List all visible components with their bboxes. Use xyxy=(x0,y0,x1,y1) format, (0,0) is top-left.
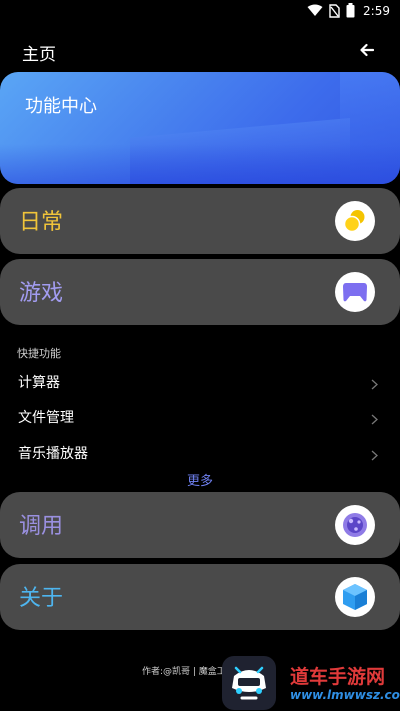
site-watermark: 道车手游网 www.lmwwsz.com xyxy=(222,656,400,710)
purple-orb-icon xyxy=(335,505,375,545)
banner-title: 功能中心 xyxy=(25,96,97,117)
blue-cube-icon xyxy=(335,577,375,617)
card-about[interactable]: 关于 xyxy=(0,564,400,630)
wifi-icon xyxy=(307,4,323,17)
quick-functions-label: 快捷功能 xyxy=(17,347,61,360)
list-item-label: 音乐播放器 xyxy=(18,446,88,462)
watermark-logo-icon xyxy=(222,656,276,710)
battery-icon xyxy=(346,3,355,18)
no-sim-icon xyxy=(329,3,340,18)
status-time: 2:59 xyxy=(363,3,390,18)
page-title: 主页 xyxy=(22,45,56,65)
list-item-file-manager[interactable]: 文件管理 xyxy=(0,401,400,431)
list-item-music-player[interactable]: 音乐播放器 xyxy=(0,437,400,467)
more-link[interactable]: 更多 xyxy=(0,470,400,489)
watermark-url: www.lmwwsz.com xyxy=(290,688,400,702)
list-item-calculator[interactable]: 计算器 xyxy=(0,366,400,396)
status-bar: 2:59 xyxy=(0,0,400,24)
list-item-label: 文件管理 xyxy=(18,410,74,426)
card-games-label: 游戏 xyxy=(19,281,64,306)
app-screen: 2:59 主页 功能中心 日常 游戏 快捷功能 计算器 文件管理 音乐播放器 更… xyxy=(0,0,400,711)
list-item-label: 计算器 xyxy=(18,375,60,391)
author-credit: 作者:@凯哥 | 魔盒工 xyxy=(142,667,226,677)
banner-decoration xyxy=(0,144,400,184)
chevron-right-icon xyxy=(371,446,378,465)
chevron-right-icon xyxy=(371,375,378,394)
coins-icon xyxy=(335,201,375,241)
card-games[interactable]: 游戏 xyxy=(0,259,400,325)
header: 主页 xyxy=(0,36,400,66)
gamepad-icon xyxy=(335,272,375,312)
card-invoke[interactable]: 调用 xyxy=(0,492,400,558)
function-center-banner[interactable]: 功能中心 xyxy=(0,72,400,184)
status-icons: 2:59 xyxy=(307,3,390,18)
card-about-label: 关于 xyxy=(19,586,64,611)
watermark-title: 道车手游网 xyxy=(290,666,386,688)
arrow-left-icon xyxy=(360,42,375,61)
back-button[interactable] xyxy=(356,40,378,62)
card-daily[interactable]: 日常 xyxy=(0,188,400,254)
card-invoke-label: 调用 xyxy=(19,514,64,539)
card-daily-label: 日常 xyxy=(19,210,64,235)
chevron-right-icon xyxy=(371,410,378,429)
